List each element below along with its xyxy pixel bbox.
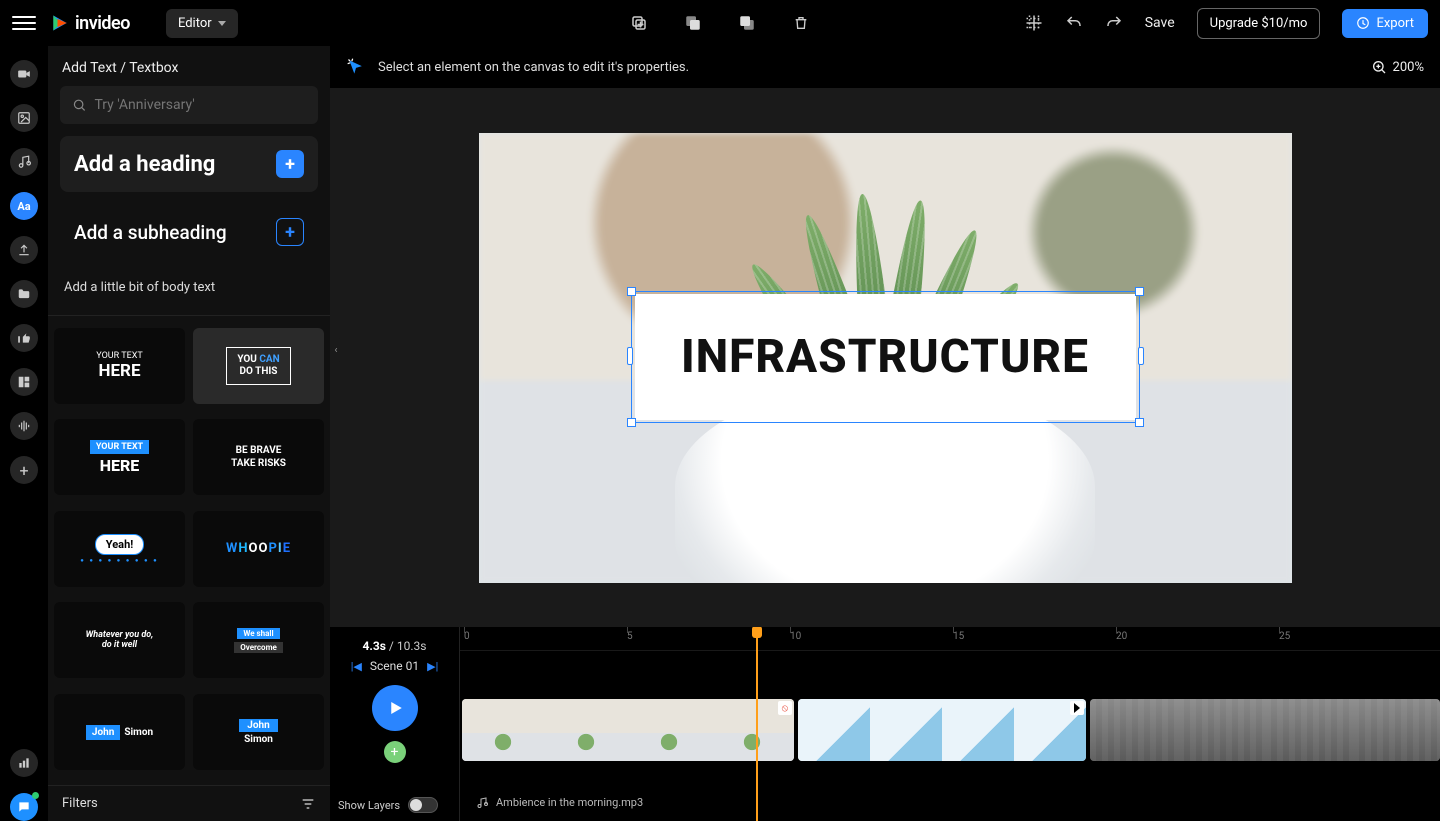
cursor-hint-icon <box>346 57 366 77</box>
zoom-value: 200% <box>1393 60 1424 75</box>
selection-handle-left[interactable] <box>627 347 633 365</box>
scene-next[interactable]: ▶| <box>427 660 438 673</box>
mode-label: Editor <box>178 16 212 31</box>
duplicate-icon[interactable] <box>630 14 648 32</box>
scene-label: Scene 01 <box>370 659 419 673</box>
preset-brush[interactable]: Whatever you do,do it well <box>54 602 185 678</box>
play-button[interactable] <box>372 685 418 731</box>
save-button[interactable]: Save <box>1145 15 1175 31</box>
preset-whoopie[interactable]: WHOOPIE <box>193 511 324 587</box>
timeline-track[interactable]: ⦸ <box>460 699 1440 761</box>
delete-icon[interactable] <box>792 14 810 32</box>
preset-be-brave[interactable]: BE BRAVETAKE RISKS <box>193 419 324 495</box>
export-label: Export <box>1376 16 1414 31</box>
preset-yeah[interactable]: Yeah!● ● ● ● ● ● ● ● ● <box>54 511 185 587</box>
rail-folder[interactable] <box>10 280 38 308</box>
clip-badge-play-icon[interactable] <box>1070 701 1084 715</box>
preset-john-simon-inline[interactable]: JohnSimon <box>54 694 185 770</box>
rail-upload[interactable] <box>10 236 38 264</box>
scene-prev[interactable]: |◀ <box>351 660 362 673</box>
timeline-ruler[interactable]: 0 5 10 15 20 25 <box>460 627 1440 651</box>
layer-back-icon[interactable] <box>684 14 702 32</box>
selection-handle-br[interactable] <box>1135 418 1144 427</box>
rail-chat[interactable] <box>10 793 38 821</box>
timeline-time: 4.3s / 10.3s <box>363 639 427 653</box>
sidebar-title: Add Text / Textbox <box>48 46 330 86</box>
add-body-text[interactable]: Add a little bit of body text <box>64 280 314 295</box>
layer-front-icon[interactable] <box>738 14 756 32</box>
add-scene-button[interactable]: + <box>384 741 406 763</box>
canvas-frame[interactable]: INFRASTRUCTURE <box>479 133 1292 583</box>
rail-like[interactable] <box>10 324 38 352</box>
selection-handle-right[interactable] <box>1138 347 1144 365</box>
rail-video[interactable] <box>10 60 38 88</box>
show-layers-toggle[interactable] <box>408 797 438 813</box>
add-subheading-label: Add a subheading <box>74 221 227 244</box>
export-icon <box>1356 16 1370 30</box>
add-subheading-row[interactable]: Add a subheading + <box>60 204 318 260</box>
zoom-control[interactable]: 200% <box>1371 59 1424 75</box>
filters-label: Filters <box>62 796 98 811</box>
mode-dropdown[interactable]: Editor <box>166 9 238 38</box>
audio-track-label[interactable]: Ambience in the morning.mp3 <box>476 796 643 809</box>
canvas-hint: Select an element on the canvas to edit … <box>378 60 689 75</box>
filter-icon <box>300 796 316 812</box>
undo-icon[interactable] <box>1065 14 1083 32</box>
preset-your-text-here-blue[interactable]: YOUR TEXTHERE <box>54 419 185 495</box>
grid-toggle-icon[interactable] <box>1025 14 1043 32</box>
redo-icon[interactable] <box>1105 14 1123 32</box>
rail-image[interactable] <box>10 104 38 132</box>
add-subheading-button[interactable]: + <box>276 218 304 246</box>
clip-scene-3[interactable] <box>1090 699 1440 761</box>
upgrade-button[interactable]: Upgrade $10/mo <box>1197 8 1321 39</box>
rail-stats[interactable] <box>10 749 38 777</box>
zoom-in-icon <box>1371 59 1387 75</box>
preset-your-text-here[interactable]: YOUR TEXTHERE <box>54 328 185 404</box>
rail-text[interactable]: Aa <box>10 192 38 220</box>
brand-logo[interactable]: invideo <box>50 13 130 34</box>
clip-scene-1[interactable]: ⦸ <box>462 699 794 761</box>
rail-layout[interactable] <box>10 368 38 396</box>
add-heading-label: Add a heading <box>74 152 215 177</box>
selection-handle-tr[interactable] <box>1135 287 1144 296</box>
logo-icon <box>50 13 70 33</box>
export-button[interactable]: Export <box>1342 9 1428 38</box>
playhead[interactable] <box>756 627 758 821</box>
preset-john-simon-stacked[interactable]: JohnSimon <box>193 694 324 770</box>
rail-music[interactable] <box>10 148 38 176</box>
selection-handle-bl[interactable] <box>627 418 636 427</box>
show-layers-label: Show Layers <box>338 799 400 812</box>
menu-button[interactable] <box>12 11 36 35</box>
music-note-icon <box>476 797 488 809</box>
chevron-down-icon <box>218 21 226 26</box>
rail-audio-wave[interactable] <box>10 412 38 440</box>
clip-scene-2[interactable] <box>798 699 1087 761</box>
text-presets-grid: YOUR TEXTHERE YOU CANDO THIS YOUR TEXTHE… <box>48 324 330 785</box>
rail-add[interactable]: + <box>10 456 38 484</box>
search-field[interactable] <box>60 86 318 124</box>
search-input[interactable] <box>94 97 306 113</box>
selection-outline <box>631 291 1140 423</box>
collapse-sidebar[interactable]: ‹ <box>330 338 342 362</box>
brand-name: invideo <box>75 13 130 34</box>
search-icon <box>72 97 86 113</box>
filters-bar[interactable]: Filters <box>48 785 330 821</box>
add-heading-button[interactable]: + <box>276 150 304 178</box>
add-heading-row[interactable]: Add a heading + <box>60 136 318 192</box>
preset-you-can-do-this[interactable]: YOU CANDO THIS <box>193 328 324 404</box>
selection-handle-tl[interactable] <box>627 287 636 296</box>
clip-badge-transition-icon[interactable]: ⦸ <box>778 701 792 715</box>
preset-we-shall-overcome[interactable]: We shallOvercome <box>193 602 324 678</box>
